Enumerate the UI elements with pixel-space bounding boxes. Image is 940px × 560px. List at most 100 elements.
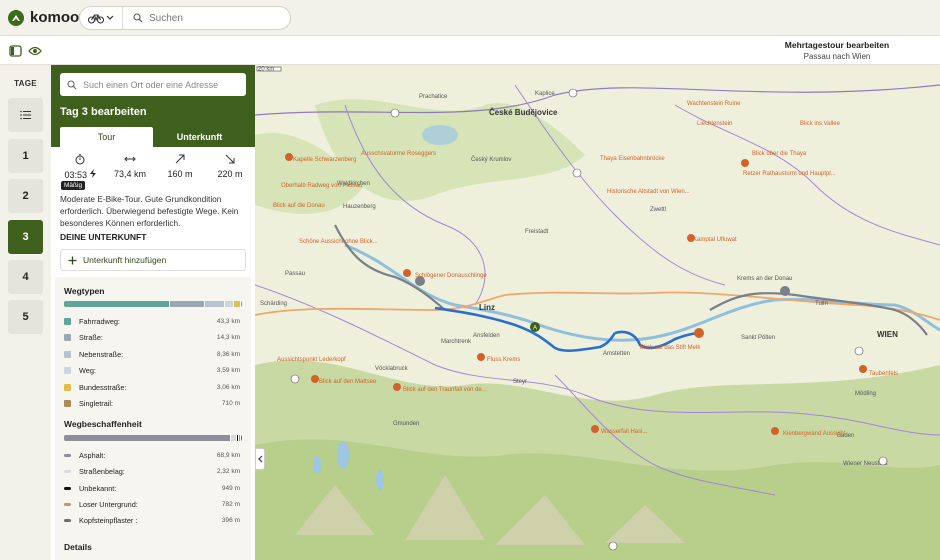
waytype-name: Bundesstraße: xyxy=(79,382,127,392)
city-label: České Budějovice xyxy=(489,108,558,117)
duration-text: 03:53 xyxy=(64,170,87,180)
map[interactable]: A 20 km České Budějovice Linz WIEN Prach… xyxy=(255,65,940,560)
mondsee-lake xyxy=(313,456,321,474)
day-button-1[interactable]: 1 xyxy=(8,139,43,173)
day-button-5[interactable]: 5 xyxy=(8,300,43,334)
waytype-row: Singletrail: 710 m xyxy=(64,397,240,409)
ascent-icon xyxy=(157,153,203,165)
waytypes-title: Wegtypen xyxy=(64,286,105,296)
stopwatch-icon xyxy=(57,153,103,165)
surface-value: 782 m xyxy=(221,500,240,508)
day-button-4[interactable]: 4 xyxy=(8,260,43,294)
waytypes-bar xyxy=(64,301,242,307)
day-button-3[interactable]: 3 xyxy=(8,220,43,254)
ebike-icon xyxy=(88,14,104,24)
poi-label: Retzer Rathausturm und Hauptpl... xyxy=(743,171,836,177)
waypoint-marker xyxy=(780,286,790,296)
photo-marker xyxy=(290,374,300,384)
tab-tour[interactable]: Tour xyxy=(60,127,153,147)
panel-title: Tag 3 bearbeiten xyxy=(60,106,147,118)
komoot-logo-icon xyxy=(8,9,24,26)
waytype-name: Nebenstraße: xyxy=(79,349,124,359)
town-label: Passau xyxy=(285,271,305,277)
waytype-bar-segment xyxy=(223,301,233,307)
surface-bar-segment xyxy=(239,435,242,441)
waytype-row: Straße: 14,3 km xyxy=(64,331,240,343)
map-canvas[interactable]: A 20 km České Budějovice Linz WIEN Prach… xyxy=(255,65,940,560)
details-heading[interactable]: Details xyxy=(64,542,92,552)
surface-swatch xyxy=(64,453,71,457)
accommodation-heading: DEINE UNTERKUNFT xyxy=(60,232,147,242)
town-label: Mödling xyxy=(855,391,876,397)
waytype-bar-segment xyxy=(232,301,240,307)
global-search: Suchen xyxy=(79,6,291,30)
eye-icon[interactable] xyxy=(27,43,43,59)
surface-row: Loser Untergrund: 782 m xyxy=(64,498,240,510)
search-placeholder: Suchen xyxy=(149,12,183,24)
waytype-value: 3,06 km xyxy=(216,383,240,391)
poi-marker xyxy=(771,427,779,435)
bolt-icon xyxy=(89,169,96,178)
town-label: Krems an der Donau xyxy=(737,276,792,282)
photo-marker xyxy=(572,168,582,178)
surface-row: Unbekannt: 949 m xyxy=(64,482,240,494)
distance-value: 73,4 km xyxy=(113,169,146,179)
waytype-value: 3,59 km xyxy=(216,366,240,374)
plus-icon xyxy=(68,256,77,264)
stat-descent: 220 m xyxy=(207,153,253,179)
poi-label: Kamptal Ufluwat xyxy=(693,237,737,243)
add-accommodation-button[interactable]: Unterkunft hinzufügen xyxy=(60,249,246,271)
place-search-input[interactable]: Such einen Ort oder eine Adresse xyxy=(60,73,246,96)
surface-value: 949 m xyxy=(221,484,240,492)
waytype-bar-segment xyxy=(239,301,242,307)
day-button-2[interactable]: 2 xyxy=(8,179,43,213)
poi-label: Oberhalb Radweg von Passau xyxy=(281,183,362,189)
poi-label: Kapelle Schwarzenberg xyxy=(293,157,356,163)
waytype-bar-segment xyxy=(168,301,204,307)
search-input[interactable]: Suchen xyxy=(123,13,183,24)
waytype-value: 14,3 km xyxy=(216,333,240,341)
day-list-button[interactable] xyxy=(8,98,43,132)
panel-header: Such einen Ort oder eine Adresse Tag 3 b… xyxy=(51,65,255,147)
waytype-swatch xyxy=(64,399,71,407)
poi-marker xyxy=(741,159,749,167)
surface-swatch xyxy=(64,469,71,473)
poi-marker xyxy=(403,269,411,277)
waytype-value: 8,36 km xyxy=(216,350,240,358)
town-label: Český Krumlov xyxy=(471,156,511,163)
photo-marker xyxy=(608,541,618,551)
end-marker xyxy=(694,328,704,338)
tour-route-name: Passau nach Wien xyxy=(803,52,871,61)
waytype-bar-segment xyxy=(64,301,169,307)
difficulty-badge: Mäßig xyxy=(61,181,86,190)
poi-label: Blick auf den Traunfall von de... xyxy=(403,387,487,393)
waytype-swatch xyxy=(64,383,71,391)
waytype-bar-segment xyxy=(203,301,224,307)
waytype-name: Straße: xyxy=(79,332,103,342)
town-label: Vöcklabruck xyxy=(375,366,409,372)
top-bar: komoot Suchen xyxy=(0,0,940,36)
sidebar-toggle-icon[interactable] xyxy=(7,43,23,59)
poi-label: Historische Altstadt von Wien... xyxy=(607,189,690,195)
sport-select[interactable] xyxy=(80,7,123,29)
tab-unterkunft[interactable]: Unterkunft xyxy=(153,127,246,147)
descent-icon xyxy=(207,153,253,165)
stat-duration: 03:53 xyxy=(57,153,103,180)
stat-ascent: 160 m xyxy=(157,153,203,179)
surface-swatch xyxy=(64,518,71,522)
city-label: WIEN xyxy=(877,330,898,339)
poi-label: Wachtenstein Ruine xyxy=(687,101,741,107)
komoot-logo[interactable]: komoot xyxy=(8,9,84,26)
poi-label: Fluss Krems xyxy=(487,357,520,363)
waytype-swatch xyxy=(64,350,71,358)
distance-icon xyxy=(107,153,153,165)
surfaces-title: Wegbeschaffenheit xyxy=(64,419,142,429)
brand-name: komoot xyxy=(30,9,85,26)
town-label: Sankt Pölten xyxy=(741,335,775,341)
waytype-row: Weg: 3,59 km xyxy=(64,364,240,376)
waytype-name: Singletrail: xyxy=(79,398,114,408)
start-marker-label: A xyxy=(533,326,537,332)
panel-collapse-button[interactable] xyxy=(255,448,265,470)
poi-label: Aussichtspunkt Lederkopf xyxy=(277,357,346,363)
surface-name: Loser Untergrund: xyxy=(79,499,138,509)
